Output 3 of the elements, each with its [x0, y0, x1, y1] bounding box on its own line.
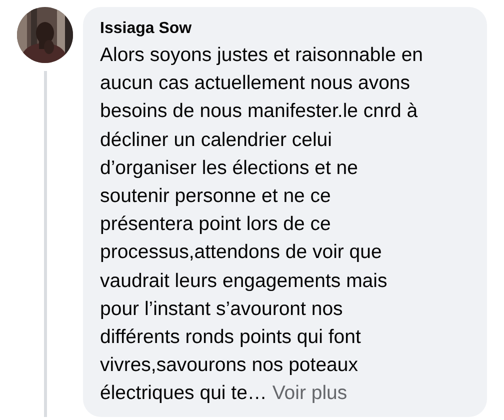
author-name[interactable]: Issiaga Sow: [100, 19, 192, 39]
see-more-link[interactable]: Voir plus: [272, 382, 348, 404]
comment-text: Alors soyons justes et raisonnable en aucun cas actuellement nous avons besoins de nous manifester.le cnrd à décliner un calendrier celui d’organiser les élections et ne soutenir personne et ne ce présentera point lors de ce processus,attendons de voir que vaudrait leurs engagements mais pour l’instant s’avouront nos différents ronds points qui font vivres,savourons nos poteaux électriques qui te… Voir plus: [100, 43, 424, 406]
